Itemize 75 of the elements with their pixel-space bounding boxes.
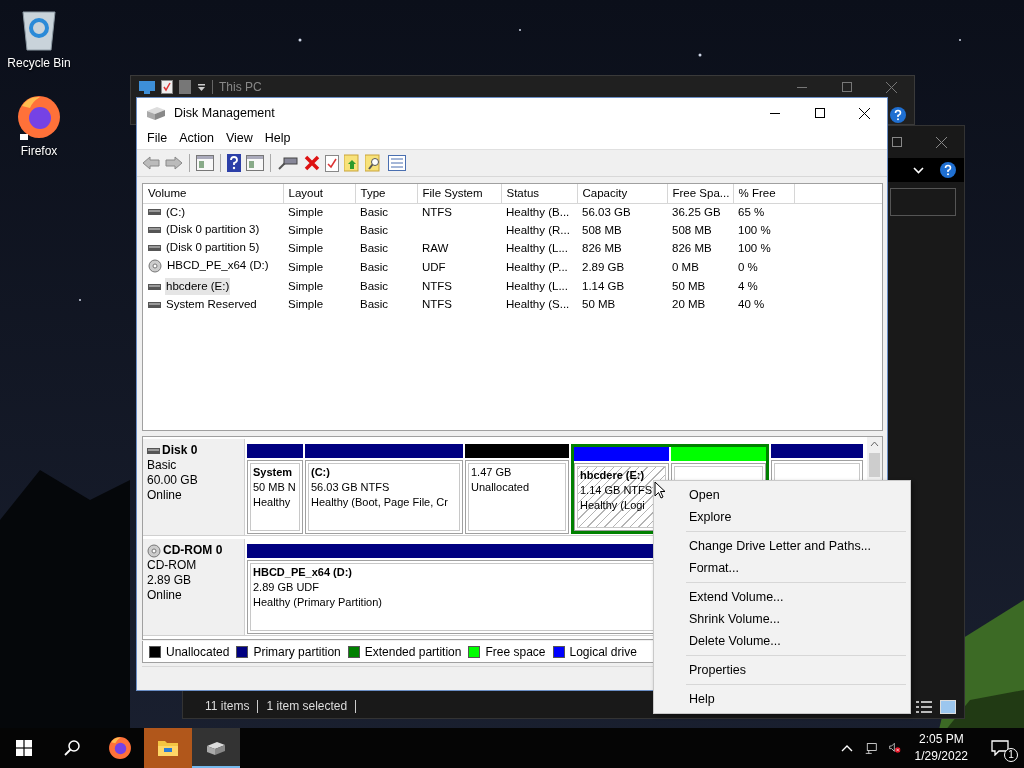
table-cell: NTFS: [422, 280, 453, 293]
table-cell: 0 MB: [672, 260, 699, 273]
partition-detail: Healthy: [253, 495, 291, 510]
table-cell: Healthy (L...: [506, 241, 568, 254]
status-text: 1 item selected: [258, 700, 357, 713]
partition-title: (C:): [311, 465, 330, 480]
table-cell: Simple: [288, 205, 324, 218]
table-cell: Basic: [360, 260, 389, 273]
legend-label: Free space: [485, 643, 546, 661]
table-cell: Basic: [360, 241, 389, 254]
window-title: Disk Management: [174, 104, 275, 122]
table-cell: Healthy (B...: [506, 205, 570, 218]
table-cell: 4 %: [738, 280, 758, 293]
table-cell: Basic: [360, 223, 389, 236]
date-text: 1/29/2022: [914, 748, 968, 765]
table-cell: 1.14 GB: [582, 280, 625, 293]
table-cell: 826 MB: [672, 241, 712, 254]
table-cell: 20 MB: [672, 298, 706, 311]
status-text: 11 items: [197, 700, 259, 713]
table-cell: Simple: [288, 241, 324, 254]
notification-count: 1: [1004, 748, 1018, 762]
table-cell: RAW: [422, 241, 449, 254]
table-cell: 36.25 GB: [672, 205, 721, 218]
table-cell: Simple: [288, 223, 324, 236]
disk-info: Basic: [147, 458, 178, 473]
table-cell: 508 MB: [672, 223, 712, 236]
disk-info: Online: [147, 488, 183, 503]
table-cell: NTFS: [422, 205, 453, 218]
partition-title: hbcdere (E:): [580, 468, 645, 483]
partition-detail: 56.03 GB NTFS: [311, 480, 390, 495]
table-cell: Healthy (L...: [506, 280, 568, 293]
partition-detail: 1.14 GB NTFS: [580, 483, 653, 498]
partition-detail: Healthy (Primary Partition): [253, 595, 382, 610]
disk-info: 60.00 GB: [147, 473, 199, 488]
table-cell: Basic: [360, 205, 389, 218]
table-cell: Healthy (R...: [506, 223, 570, 236]
disk-name: Disk 0: [162, 443, 198, 458]
table-cell: 40 %: [738, 298, 765, 311]
table-cell: 50 MB: [582, 298, 616, 311]
table-cell: Basic: [360, 280, 389, 293]
legend-label: Unallocated: [166, 643, 230, 661]
table-cell: 0 %: [738, 260, 758, 273]
time-text: 2:05 PM: [917, 731, 965, 748]
table-cell: NTFS: [422, 298, 453, 311]
table-cell: 56.03 GB: [582, 205, 631, 218]
disk-info: 2.89 GB: [147, 573, 193, 588]
table-cell: 100 %: [738, 241, 771, 254]
table-cell: Simple: [288, 280, 324, 293]
partition-title: 1.47 GB: [471, 465, 512, 480]
table-cell: Basic: [360, 298, 389, 311]
table-cell: 826 MB: [582, 241, 622, 254]
table-cell: Healthy (P...: [506, 260, 568, 273]
partition-detail: Unallocated: [471, 480, 530, 495]
table-cell: 50 MB: [672, 280, 706, 293]
disk-info: Online: [147, 588, 183, 603]
table-cell: 508 MB: [582, 223, 622, 236]
window-title: This PC: [219, 79, 262, 96]
legend-label: Extended partition: [364, 643, 462, 661]
table-cell: Simple: [288, 260, 324, 273]
partition-title: System: [253, 465, 293, 480]
partition-detail: Healthy (Boot, Page File, Cr: [311, 495, 448, 510]
table-cell: 2.89 GB: [582, 260, 625, 273]
table-cell: UDF: [422, 260, 446, 273]
table-cell: Simple: [288, 298, 324, 311]
disk-info: CD-ROM: [147, 558, 198, 573]
legend-label: Primary partition: [253, 643, 341, 661]
disk-name: CD-ROM 0: [163, 543, 223, 558]
legend-label: Logical drive: [569, 643, 637, 661]
partition-detail: Healthy (Logi: [580, 498, 645, 513]
table-cell: 100 %: [738, 223, 771, 236]
partition-title: HBCD_PE_x64 (D:): [253, 565, 353, 580]
table-cell: 65 %: [738, 205, 765, 218]
partition-detail: 2.89 GB UDF: [253, 580, 320, 595]
table-cell: Healthy (S...: [506, 298, 570, 311]
partition-detail: 50 MB N: [253, 480, 296, 495]
